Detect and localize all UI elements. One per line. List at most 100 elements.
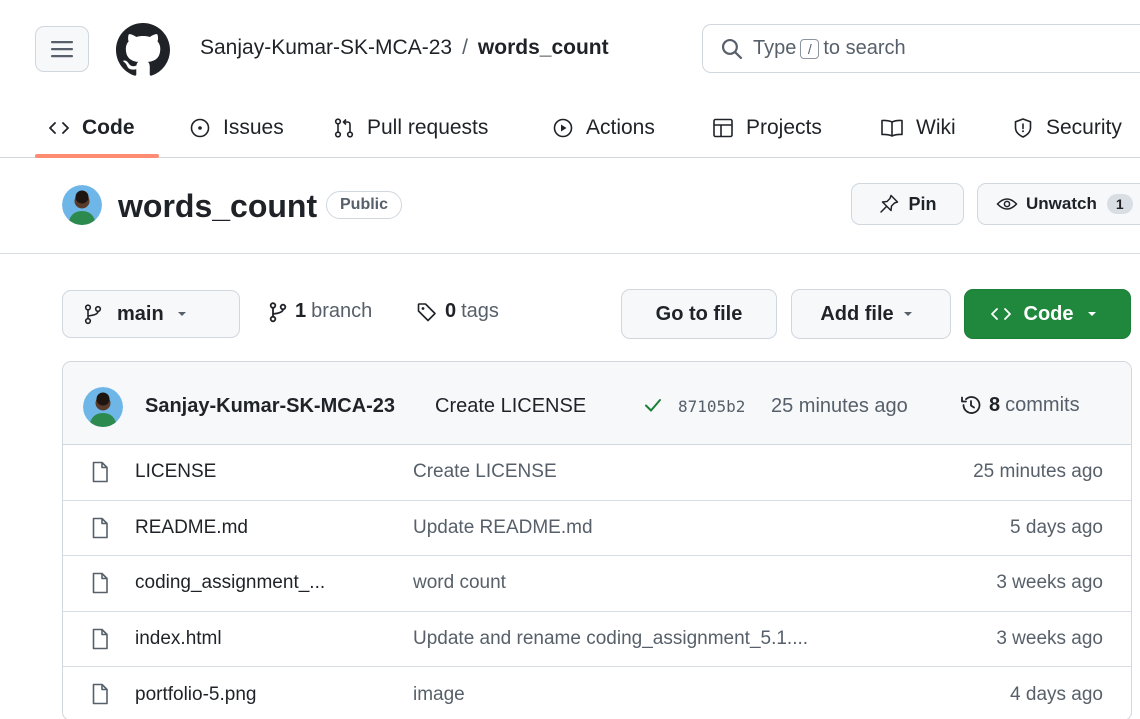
file-commit-message-link[interactable]: Update and rename coding_assignment_5.1.… (413, 628, 808, 650)
unwatch-button[interactable]: Unwatch 1 (977, 183, 1140, 225)
file-commit-message-link[interactable]: Update README.md (413, 517, 593, 539)
owner-avatar[interactable] (62, 185, 102, 225)
file-row: coding_assignment_... word count 3 weeks… (63, 556, 1131, 612)
tab-actions-label: Actions (586, 116, 655, 139)
file-name-link[interactable]: LICENSE (135, 461, 216, 483)
file-icon (92, 683, 108, 705)
file-commit-time: 4 days ago (1010, 683, 1103, 705)
git-branch-icon (269, 301, 287, 322)
file-row: README.md Update README.md 5 days ago (63, 501, 1131, 556)
branch-name: main (117, 302, 164, 325)
file-commit-time: 3 weeks ago (996, 627, 1103, 649)
commit-word: commits (1005, 393, 1080, 416)
watch-counter: 1 (1106, 194, 1133, 214)
git-branch-icon (84, 304, 102, 325)
commit-author-link[interactable]: Sanjay-Kumar-SK-MCA-23 (145, 395, 395, 418)
three-bars-icon (51, 41, 73, 58)
tab-security-label: Security (1046, 116, 1122, 139)
commit-time: 25 minutes ago (771, 395, 908, 417)
tab-wiki-label: Wiki (916, 116, 956, 139)
hamburger-menu-button[interactable] (35, 26, 89, 72)
tag-count: 0 (445, 300, 457, 322)
triangle-down-icon (903, 312, 912, 316)
breadcrumb-owner-link[interactable]: Sanjay-Kumar-SK-MCA-23 (200, 36, 452, 59)
pin-icon (880, 194, 899, 213)
tab-issues-label: Issues (223, 116, 284, 139)
code-dropdown-button[interactable]: Code (964, 289, 1131, 339)
tab-code[interactable]: Code (48, 108, 135, 148)
commit-sha-link[interactable]: 87105b2 (678, 397, 745, 416)
add-file-label: Add file (820, 302, 894, 325)
go-to-file-button[interactable]: Go to file (621, 289, 777, 339)
history-icon (961, 396, 981, 414)
branch-word: branch (311, 300, 373, 322)
tab-code-label: Code (82, 116, 135, 139)
triangle-down-icon (1087, 312, 1096, 316)
file-icon (92, 572, 108, 594)
tag-icon (417, 302, 436, 321)
file-commit-time: 3 weeks ago (996, 572, 1103, 594)
file-commit-message-link[interactable]: image (413, 684, 465, 706)
tab-wiki[interactable]: Wiki (880, 108, 956, 148)
file-name-link[interactable]: index.html (135, 628, 222, 650)
search-placeholder-suffix: to search (823, 37, 906, 59)
file-name-link[interactable]: README.md (135, 517, 248, 539)
book-icon (881, 119, 903, 137)
file-row: index.html Update and rename coding_assi… (63, 612, 1131, 667)
tags-link[interactable]: 0 tags (416, 300, 499, 323)
file-icon (92, 461, 108, 483)
github-logo-icon[interactable] (116, 23, 170, 77)
file-commit-message-link[interactable]: word count (413, 572, 506, 594)
commit-count: 8 (989, 393, 1001, 416)
file-row: LICENSE Create LICENSE 25 minutes ago (63, 445, 1131, 501)
unwatch-label: Unwatch (1026, 194, 1097, 213)
file-commit-time: 25 minutes ago (973, 461, 1103, 483)
pin-button[interactable]: Pin (851, 183, 964, 225)
tab-projects[interactable]: Projects (712, 108, 822, 148)
branch-select-button[interactable]: main (62, 290, 240, 338)
git-pull-request-icon (334, 118, 354, 138)
file-browser: Sanjay-Kumar-SK-MCA-23 Create LICENSE 87… (62, 361, 1132, 719)
breadcrumb: Sanjay-Kumar-SK-MCA-23 / words_count (200, 36, 609, 60)
tab-actions[interactable]: Actions (552, 108, 655, 148)
code-icon (49, 122, 69, 134)
tab-pull-requests[interactable]: Pull requests (333, 108, 488, 148)
add-file-button[interactable]: Add file (791, 289, 951, 339)
file-row: portfolio-5.png image 4 days ago (63, 667, 1131, 719)
pin-label: Pin (908, 193, 937, 214)
table-icon (713, 118, 733, 138)
global-header: Sanjay-Kumar-SK-MCA-23 / words_count Type … (0, 0, 1140, 100)
file-name-link[interactable]: coding_assignment_... (135, 572, 325, 594)
repo-nav: Code Issues Pull requests Actions Projec… (0, 100, 1140, 158)
tab-security[interactable]: Security (1012, 108, 1122, 148)
file-name-link[interactable]: portfolio-5.png (135, 684, 256, 706)
search-placeholder-prefix: Type (753, 37, 797, 59)
shield-icon (1014, 118, 1032, 138)
file-commit-message-link[interactable]: Create LICENSE (413, 461, 557, 483)
play-icon (553, 118, 573, 138)
repo-title-row: words_count Public Pin Unwatch 1 (0, 158, 1140, 254)
breadcrumb-separator: / (462, 36, 468, 59)
commit-message-link[interactable]: Create LICENSE (435, 395, 586, 418)
commit-author-avatar[interactable] (83, 387, 123, 427)
code-button-label: Code (1023, 302, 1074, 325)
visibility-badge: Public (326, 191, 403, 219)
file-icon (92, 517, 108, 538)
tab-projects-label: Projects (746, 116, 822, 139)
repo-title[interactable]: words_count (118, 188, 317, 225)
breadcrumb-repo-link[interactable]: words_count (478, 36, 609, 59)
file-commit-time: 5 days ago (1010, 516, 1103, 538)
branch-count: 1 (295, 300, 307, 322)
check-icon[interactable] (643, 395, 663, 415)
tab-issues[interactable]: Issues (189, 108, 284, 148)
tab-pull-requests-label: Pull requests (367, 116, 489, 139)
commits-history-link[interactable]: 8 commits (959, 393, 1080, 417)
branches-link[interactable]: 1 branch (268, 300, 372, 323)
search-icon (721, 38, 743, 59)
issue-opened-icon (190, 118, 210, 138)
search-shortcut-key: / (800, 38, 820, 59)
latest-commit-bar: Sanjay-Kumar-SK-MCA-23 Create LICENSE 87… (63, 362, 1131, 445)
search-input[interactable]: Type / to search (702, 24, 1140, 73)
triangle-down-icon (177, 312, 186, 316)
file-icon (92, 628, 108, 649)
